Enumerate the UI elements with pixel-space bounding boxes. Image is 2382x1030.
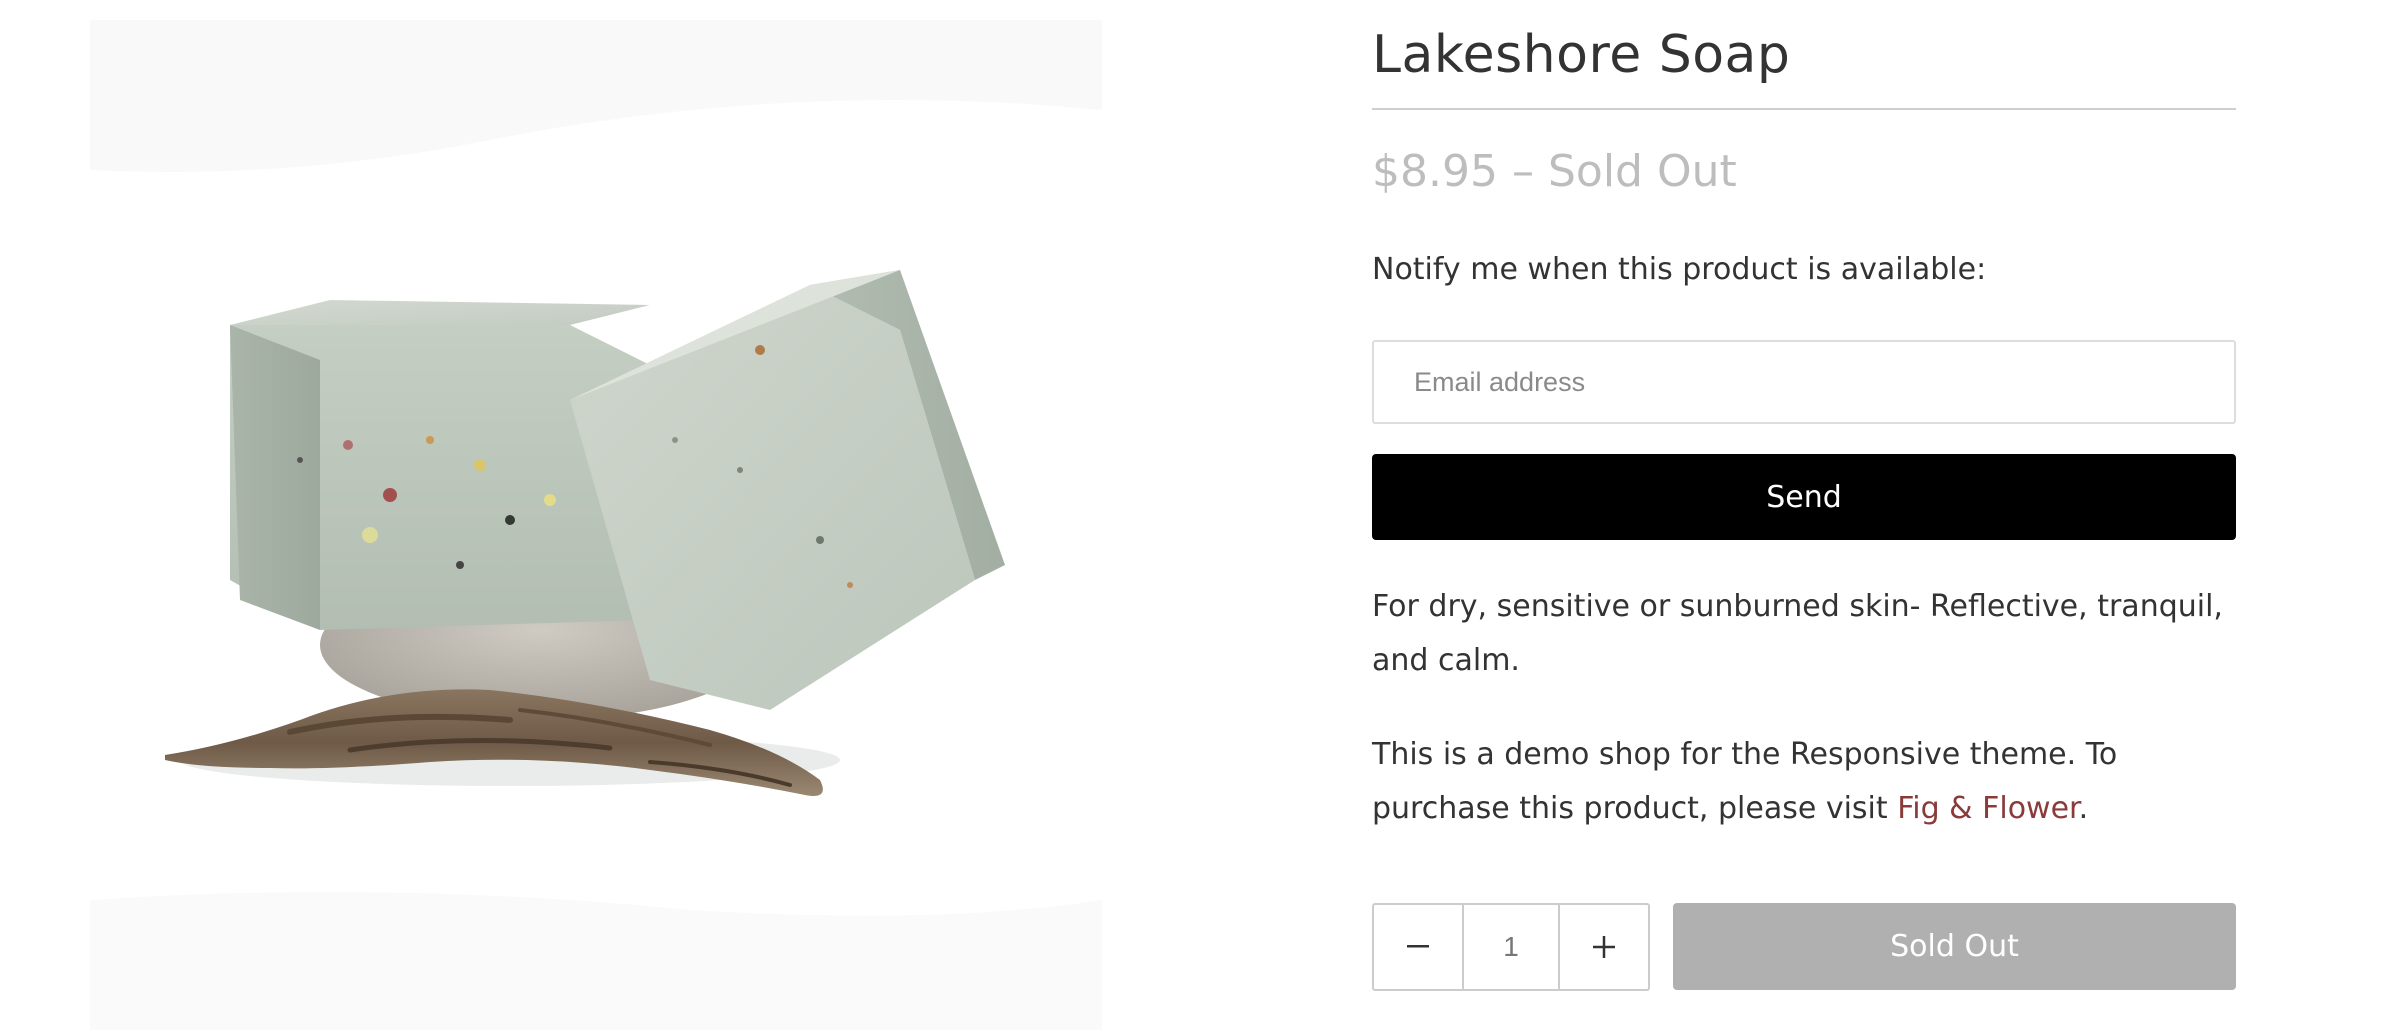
product-image[interactable] (90, 20, 1102, 1030)
notify-label: Notify me when this product is available… (1372, 252, 1987, 287)
title-divider (1372, 108, 2236, 110)
fig-and-flower-link[interactable]: Fig & Flower (1897, 791, 2078, 826)
price-status: $8.95 – Sold Out (1372, 146, 1737, 197)
quantity-stepper (1372, 903, 1650, 991)
send-button[interactable]: Send (1372, 454, 2236, 540)
product-title: Lakeshore Soap (1372, 25, 1791, 85)
plus-icon (1593, 936, 1615, 958)
decrement-button[interactable] (1374, 905, 1462, 989)
quantity-input[interactable] (1462, 905, 1560, 989)
email-input[interactable] (1372, 340, 2236, 424)
sold-out-button[interactable]: Sold Out (1673, 903, 2236, 990)
stock-status: Sold Out (1547, 146, 1737, 197)
soap-illustration (90, 20, 1102, 1030)
increment-button[interactable] (1560, 905, 1648, 989)
demo-shop-note: This is a demo shop for the Responsive t… (1372, 728, 2236, 836)
demo-shop-period: . (2078, 791, 2089, 826)
product-price: $8.95 (1372, 146, 1498, 197)
minus-icon (1407, 945, 1429, 948)
price-separator: – (1511, 146, 1534, 197)
product-description: For dry, sensitive or sunburned skin- Re… (1372, 589, 2223, 678)
